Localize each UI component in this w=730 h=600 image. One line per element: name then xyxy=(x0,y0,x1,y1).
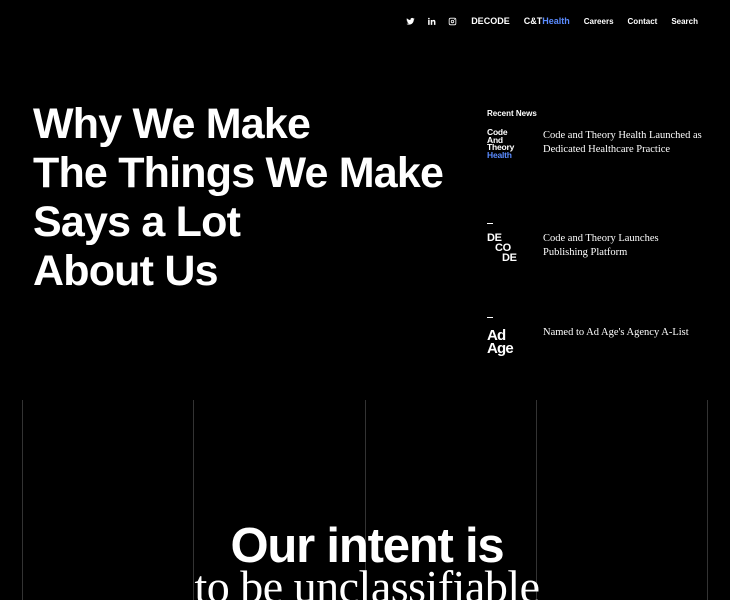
hero-heading: Why We Make The Things We Make Says a Lo… xyxy=(33,100,453,296)
news-item-adage[interactable]: Ad Age Named to Ad Age's Agency A-List xyxy=(487,317,707,357)
news-item-text: Named to Ad Age's Agency A-List xyxy=(543,327,689,338)
hero-line: About Us xyxy=(33,247,218,295)
linkedin-icon[interactable] xyxy=(421,11,442,31)
recent-news-title: Recent News xyxy=(487,109,537,118)
news-item-text: Code and Theory Launches Publishing Plat… xyxy=(543,233,659,258)
ad-age-logo: Ad Age xyxy=(487,317,543,357)
social-links xyxy=(400,11,463,31)
decode-logo: DE CO DE xyxy=(487,223,543,311)
hero-line: The Things We Make xyxy=(33,149,444,197)
ct-prefix: C&T xyxy=(523,16,543,26)
instagram-icon[interactable] xyxy=(442,11,463,31)
news-item-ct-health[interactable]: Code And Theory Health Code and Theory H… xyxy=(487,128,707,217)
top-navigation: DECODE C&THealth Careers Contact Search xyxy=(400,0,698,42)
intent-subheading: to be unclassifiable xyxy=(194,561,540,600)
nav-contact-link[interactable]: Contact xyxy=(628,17,658,26)
hero-line: Says a Lot xyxy=(33,198,241,246)
nav-ct-health-link[interactable]: C&THealth xyxy=(524,16,570,26)
ct-health-suffix: Health xyxy=(542,16,570,26)
logo-line: DE xyxy=(502,252,517,264)
recent-news: Recent News Code And Theory Health Code … xyxy=(487,109,707,357)
logo-line: Health xyxy=(487,149,512,160)
nav-decode-link[interactable]: DECODE xyxy=(471,16,510,26)
news-item-text: Code and Theory Health Launched as Dedic… xyxy=(543,130,702,155)
logo-line: Age xyxy=(487,340,514,357)
nav-search-link[interactable]: Search xyxy=(671,17,698,26)
twitter-icon[interactable] xyxy=(400,11,421,31)
nav-careers-link[interactable]: Careers xyxy=(584,17,614,26)
intent-section: Our intent is to be unclassifiable xyxy=(0,400,730,600)
ct-health-logo: Code And Theory Health xyxy=(487,128,543,217)
news-item-decode[interactable]: DE CO DE Code and Theory Launches Publis… xyxy=(487,223,707,311)
hero-line: Why We Make xyxy=(33,100,311,148)
